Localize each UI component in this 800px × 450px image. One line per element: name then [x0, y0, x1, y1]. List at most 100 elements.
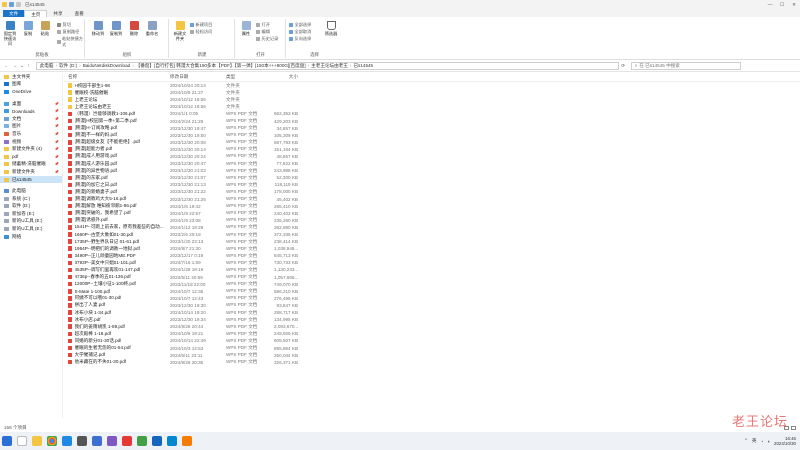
- select-none-button[interactable]: 全部取消: [289, 29, 311, 35]
- file-row[interactable]: 1954P--明把们的调教一地狱.pdf 2024/9/7 21:30 WPS PD…: [64, 245, 800, 252]
- app-icon[interactable]: [152, 436, 162, 446]
- column-size[interactable]: 大小: [274, 74, 298, 80]
- nav-item[interactable]: 系统 (C:): [0, 195, 62, 203]
- nav-item[interactable]: 主文件夹: [0, 73, 62, 81]
- clock[interactable]: 16:46 2024/10/30: [774, 436, 796, 446]
- search-icon[interactable]: [17, 436, 27, 446]
- nav-item[interactable]: pdf 📌: [0, 153, 62, 161]
- chrome-icon[interactable]: [47, 436, 57, 446]
- file-row[interactable]: [韩漫]的异世物语.pdf 2023/12/30 21:03 WPS PDF 文档 2…: [64, 167, 800, 174]
- file-row[interactable]: H校园干部生1-98 2024/10/24 20:13 文件夹: [64, 82, 800, 89]
- app-icon[interactable]: [107, 436, 117, 446]
- file-row[interactable]: 上老王论坛由老王 2024/10/12 18:56 文件夹: [64, 103, 800, 110]
- history-button[interactable]: 历史记录: [256, 36, 278, 42]
- file-row[interactable]: [韩漫]不一样的妈.pdf 2023/12/30 19:50 WPS PDF 文档 1…: [64, 132, 800, 139]
- file-row[interactable]: 同婚的新分01-30话.pdf 2024/10/14 22:49 WPS PDF 文…: [64, 337, 800, 344]
- edit-button[interactable]: 编辑: [256, 29, 270, 35]
- app-icon[interactable]: [182, 436, 192, 446]
- save-icon[interactable]: [9, 2, 14, 7]
- file-row[interactable]: [韩漫]超能力者.pdf 2023/12/30 20:14 WPS PDF 文档 15…: [64, 146, 800, 153]
- nav-item[interactable]: 软件 (D:): [0, 203, 62, 211]
- file-row[interactable]: [韩漫]的加它之日.pdf 2023/12/30 21:13 WPS PDF 文档 1…: [64, 181, 800, 188]
- file-row[interactable]: 拼出了人妻.pdf 2023/12/30 19:30 WPS PDF 文档 93,84…: [64, 302, 800, 309]
- cut-button[interactable]: 剪切: [57, 22, 71, 28]
- open-button[interactable]: 打开: [256, 22, 270, 28]
- nav-item[interactable]: 新建文件夹 📌: [0, 168, 62, 176]
- copy-button[interactable]: 复制: [20, 21, 36, 36]
- delete-button[interactable]: 删除: [126, 21, 142, 36]
- file-row[interactable]: [韩漫]调教鸡大大5-16.pdf 2023/12/30 21:25 WPS PDF…: [64, 196, 800, 203]
- rename-button[interactable]: 重命名: [144, 21, 160, 36]
- file-row[interactable]: [韩漫]成人用游戏.pdf 2023/12/30 20:24 WPS PDF 文档 4…: [64, 153, 800, 160]
- breadcrumb-baidu[interactable]: BaiduNetdiskDownload: [83, 63, 131, 68]
- file-row[interactable]: 超次殿棒 1-18.pdf 2024/10/6 19:21 WPS PDF 文档 24…: [64, 330, 800, 337]
- search-input[interactable]: ⌕ 在 已s14545 中搜索: [630, 61, 741, 70]
- filter-button[interactable]: 筛选器: [323, 21, 339, 36]
- move-to-button[interactable]: 移动到: [90, 21, 106, 36]
- app-icon[interactable]: [92, 436, 102, 446]
- file-row[interactable]: 冰布小块 1-34.pdf 2024/10/14 19:20 WPS PDF 文档 2…: [64, 309, 800, 316]
- nav-item[interactable]: 新加卷 (E:): [0, 210, 62, 218]
- wifi-icon[interactable]: ◔: [760, 439, 763, 444]
- file-row[interactable]: S-Mate 1-100.pdf 2024/10/7 12:36 WPS PDF 文…: [64, 288, 800, 295]
- file-row[interactable]: 4535P--调写们里再欢01-147.pdf 2024/1/28 19:19 WP…: [64, 266, 800, 273]
- file-row[interactable]: [韩漫]诱惑外.pdf 2024/1/9 23:08 WPS PDF 文档 235,2…: [64, 217, 800, 224]
- maximize-button[interactable]: ☐: [776, 2, 788, 8]
- file-row[interactable]: [韩漫]的东家.pdf 2023/12/30 21:07 WPS PDF 文档 52,…: [64, 174, 800, 181]
- nav-item[interactable]: OneDrive: [0, 88, 62, 96]
- file-row[interactable]: [韩漫]H-订阅攻略.pdf 2023/12/30 19:47 WPS PDF 文档…: [64, 125, 800, 132]
- language-indicator[interactable]: 英: [752, 438, 757, 444]
- nav-item[interactable]: 网络: [0, 233, 62, 241]
- copy-to-button[interactable]: 复制到: [108, 21, 124, 36]
- app-icon[interactable]: [77, 436, 87, 446]
- nav-item[interactable]: 储蓄精-洗脑催眠 📌: [0, 161, 62, 169]
- file-row[interactable]: [韩漫]突破的，我希望了.pdf 2024/1/9 22:57 WPS PDF 文档…: [64, 210, 800, 217]
- file-row[interactable]: [韩漫]成人游乐园.pdf 2023/12/30 20:47 WPS PDF 文档 7…: [64, 160, 800, 167]
- nav-item[interactable]: 新的U工具 (E:): [0, 218, 62, 226]
- file-row[interactable]: 阿姨不可以哦01-30.pdf 2024/10/7 12:43 WPS PDF 文档…: [64, 295, 800, 302]
- file-row[interactable]: 大学催捕记.pdf 2024/6/11 23:11 WPS PDF 文档 260,04…: [64, 352, 800, 359]
- file-row[interactable]: 我们的姜雨胡凯 1-89.pdf 2024/9/26 20:44 WPS PDF 文…: [64, 323, 800, 330]
- back-icon[interactable]: ←: [4, 63, 9, 69]
- file-row[interactable]: 1541P--可跑上前去家，原有我差些的自动... 2024/1/12 19:29…: [64, 224, 800, 231]
- pin-quick-access-button[interactable]: 固定到快速访问: [2, 21, 18, 46]
- file-row[interactable]: 冰布小店.pdf 2023/12/30 19:34 WPS PDF 文档 134,99…: [64, 316, 800, 323]
- file-row[interactable]: [韩漫]解放 唯知彼邻鹅1-86.pdf 2024/1/6 19:42 WPS PD…: [64, 203, 800, 210]
- file-row[interactable]: 催眠校-洗脑催眠 2024/10/8 21:27 文件夹: [64, 89, 800, 96]
- file-row[interactable]: [韩漫]的新婚妻子.pdf 2023/12/30 21:22 WPS PDF 文档 1…: [64, 188, 800, 195]
- app-icon[interactable]: [137, 436, 147, 446]
- up-icon[interactable]: ↑: [27, 63, 30, 69]
- tab-share[interactable]: 共享: [47, 10, 68, 17]
- tab-home[interactable]: 主页: [24, 10, 48, 17]
- file-row[interactable]: [韩漫]H校园第一季+第二季.pdf 2024/2/24 21:28 WPS PDF…: [64, 117, 800, 124]
- new-folder-button[interactable]: 新建文件夹: [172, 21, 188, 41]
- nav-item[interactable]: 文档 📌: [0, 115, 62, 123]
- nav-item[interactable]: 已s14545: [0, 175, 62, 184]
- nav-item[interactable]: 音乐 📌: [0, 130, 62, 138]
- file-row[interactable]: 4736p--春季的五01-136.pdf 2023/5/11 20:59 WPS …: [64, 274, 800, 281]
- file-row[interactable]: 1660P--古堡大象如01-30.pdf 2023/2/6 20:18 WPS P…: [64, 231, 800, 238]
- file-row[interactable]: 1735P--野生界队日记 01-61.pdf 2023/1/20 23:13 WP…: [64, 238, 800, 245]
- breadcrumb-drive-d[interactable]: 软件 (D:): [59, 63, 77, 69]
- breadcrumb-collection[interactable]: 【番茄】[自行打包] 韩漫大合集150多本【PDF】【第一弹】[150本+++8…: [136, 63, 306, 69]
- nav-item[interactable]: 图片 📌: [0, 123, 62, 131]
- chevron-up-icon[interactable]: ⌃: [744, 438, 748, 444]
- nav-item[interactable]: Downloads 📌: [0, 107, 62, 115]
- file-explorer-icon[interactable]: [32, 436, 42, 446]
- nav-item[interactable]: 桌面 📌: [0, 100, 62, 108]
- column-date[interactable]: 修改日期: [170, 74, 226, 80]
- file-row[interactable]: 12000P--土壤小征1-100终.pdf 2023/11/18 22:00 WP…: [64, 281, 800, 288]
- volume-icon[interactable]: ◖: [767, 439, 770, 444]
- nav-item[interactable]: 新建文件夹 (4) 📌: [0, 145, 62, 153]
- invert-selection-button[interactable]: 反向选择: [289, 36, 311, 42]
- file-row[interactable]: （韩漫）岂能够调教1-106.pdf 2024/1/1 0:05 WPS PDF 文…: [64, 110, 800, 117]
- column-name[interactable]: 名称: [64, 74, 170, 80]
- copy-path-button[interactable]: 复制路径: [57, 29, 79, 35]
- nav-item[interactable]: 视频 📌: [0, 138, 62, 146]
- start-icon[interactable]: [2, 436, 12, 446]
- address-bar[interactable]: 此电脑 › 软件 (D:) › BaiduNetdiskDownload › 【番茄】…: [35, 61, 619, 70]
- properties-button[interactable]: 属性: [238, 21, 254, 36]
- app-icon[interactable]: [122, 436, 132, 446]
- chevron-down-icon[interactable]: [16, 2, 21, 7]
- forward-icon[interactable]: →: [12, 63, 17, 69]
